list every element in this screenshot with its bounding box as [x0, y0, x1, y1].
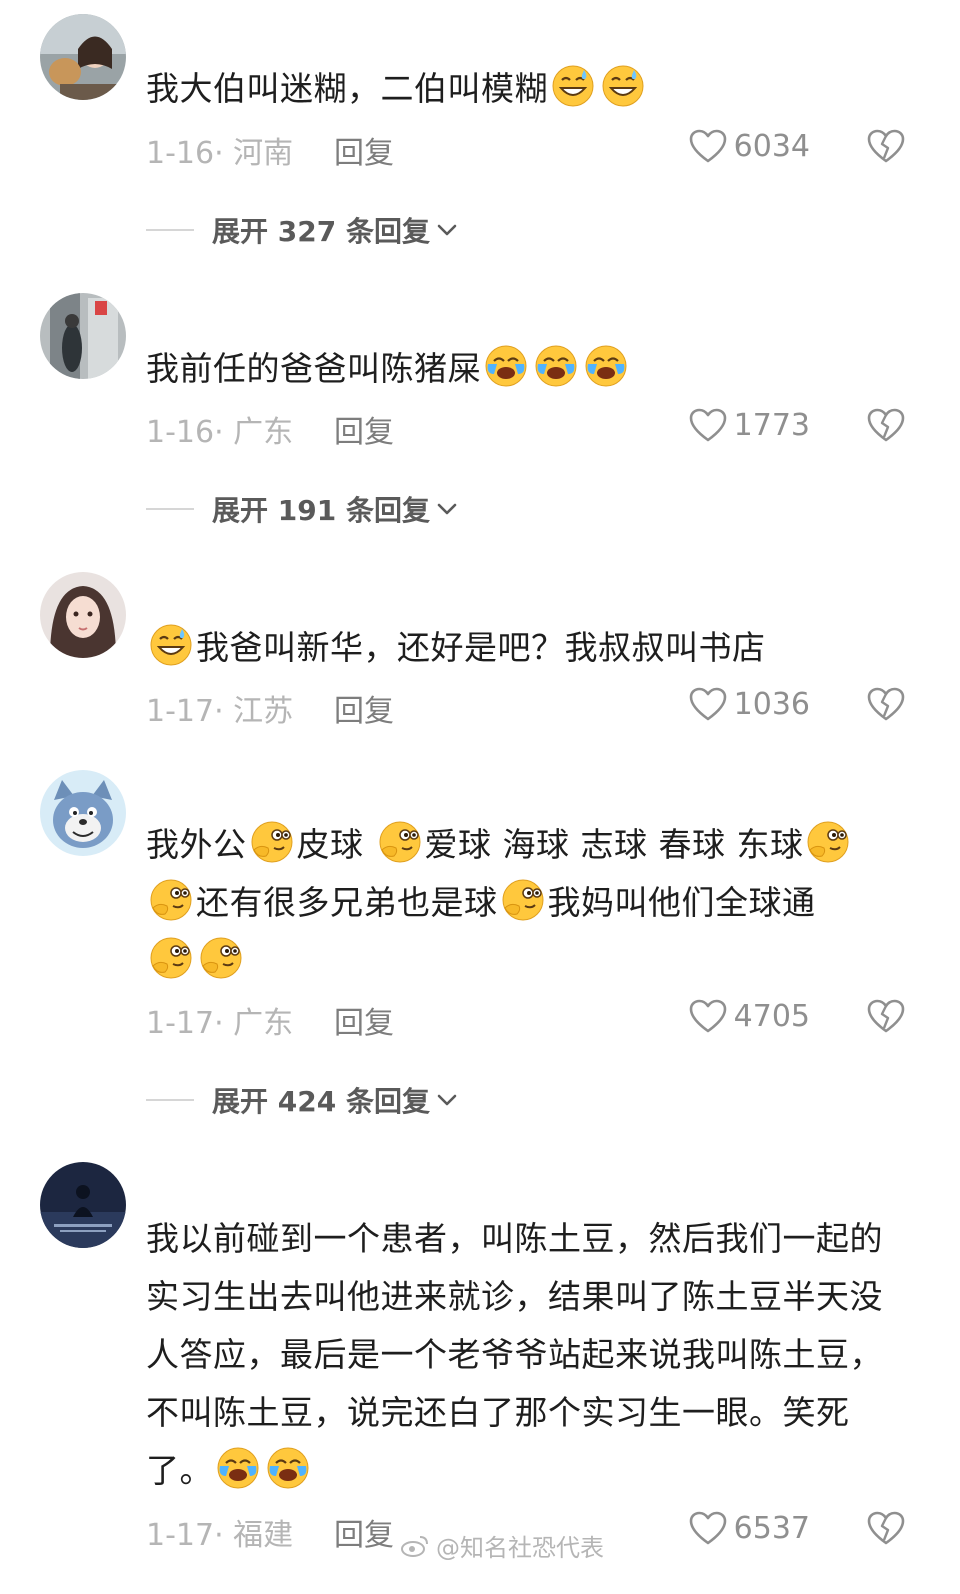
avatar[interactable] [40, 770, 126, 856]
broken-heart-icon [866, 998, 906, 1034]
broken-heart-icon [866, 686, 906, 722]
broken-heart-icon [866, 128, 906, 164]
comment-meta: 1-16· 河南 回复 6034 [146, 128, 916, 171]
avatar[interactable] [40, 293, 126, 379]
comment-text: 我大伯叫迷糊，二伯叫模糊 [146, 60, 890, 118]
heart-outline-icon [688, 998, 728, 1034]
like-count: 6537 [733, 1510, 810, 1546]
thinking-emoji [149, 878, 193, 922]
reply-button[interactable]: 回复 [334, 1510, 394, 1554]
like-count: 6034 [733, 128, 810, 164]
dislike-button[interactable] [866, 407, 906, 451]
thinking-emoji [250, 820, 294, 864]
comment-meta: 1-17· 江苏 回复 1036 [146, 686, 916, 729]
grinning-sweat-emoji [149, 623, 193, 667]
watermark: @知名社恐代表 [400, 1528, 604, 1563]
comment-meta: 1-17· 广东 回复 4705 [146, 998, 916, 1041]
crying-laughing-emoji [584, 344, 628, 388]
comment-text: 我以前碰到一个患者，叫陈土豆，然后我们一起的实习生出去叫他进来就诊，结果叫了陈土… [146, 1210, 890, 1500]
crying-laughing-emoji [266, 1446, 310, 1490]
like-button[interactable]: 1036 [688, 686, 810, 722]
reply-button[interactable]: 回复 [334, 686, 394, 730]
comment-text-part: 我前任的爸爸叫陈猪屎 [146, 349, 481, 388]
comment-text-part: 我妈叫他们全球通 [547, 883, 816, 922]
comment-date: 1-16· 河南 [146, 136, 294, 171]
dislike-button[interactable] [866, 1510, 906, 1554]
comment-text-part: 我爸叫新华，还好是吧？我叔叔叫书店 [196, 628, 766, 667]
broken-heart-icon [866, 407, 906, 443]
expand-label: 展开 327 条回复 [212, 215, 430, 248]
heart-outline-icon [688, 407, 728, 443]
divider [146, 1099, 194, 1101]
grinning-sweat-emoji [601, 64, 645, 108]
comment-meta: 1-16· 广东 回复 1773 [146, 407, 916, 450]
reply-button[interactable]: 回复 [334, 407, 394, 451]
expand-replies-button[interactable]: 展开 191 条回复 [146, 489, 460, 529]
thinking-emoji [806, 820, 850, 864]
crying-laughing-emoji [534, 344, 578, 388]
divider [146, 508, 194, 510]
crying-laughing-emoji [484, 344, 528, 388]
dislike-button[interactable] [866, 998, 906, 1042]
chevron-down-icon [434, 217, 460, 243]
comment-date: 1-17· 广东 [146, 1006, 294, 1041]
chevron-down-icon [434, 496, 460, 522]
reply-button[interactable]: 回复 [334, 128, 394, 172]
comment-text-part: 皮球 [296, 825, 364, 864]
heart-outline-icon [688, 686, 728, 722]
comment-text: 我爸叫新华，还好是吧？我叔叔叫书店 [146, 619, 890, 677]
comment-date: 1-17· 福建 [146, 1518, 294, 1553]
like-button[interactable]: 4705 [688, 998, 810, 1034]
avatar[interactable] [40, 1162, 126, 1248]
comment-date: 1-17· 江苏 [146, 694, 294, 729]
like-count: 1773 [733, 407, 810, 443]
comment-text: 我外公 皮球 爱球 海球 志球 春球 东球 还有很多兄弟也是球 我妈叫他们全球通 [146, 816, 890, 990]
grinning-sweat-emoji [551, 64, 595, 108]
comment-text: 我前任的爸爸叫陈猪屎 [146, 340, 890, 398]
reply-button[interactable]: 回复 [334, 998, 394, 1042]
heart-outline-icon [688, 128, 728, 164]
avatar[interactable] [40, 14, 126, 100]
comment-text-part: 我外公 [146, 825, 247, 864]
thinking-emoji [501, 878, 545, 922]
weibo-icon [401, 1535, 428, 1557]
divider [146, 229, 194, 231]
comment-text-part: 爱球 海球 志球 春球 东球 [424, 825, 804, 864]
thinking-emoji [199, 936, 243, 980]
like-count: 4705 [733, 998, 810, 1034]
like-button[interactable]: 6034 [688, 128, 810, 164]
expand-label: 展开 424 条回复 [212, 1085, 430, 1118]
like-button[interactable]: 6537 [688, 1510, 810, 1546]
comment-text-part: 我大伯叫迷糊，二伯叫模糊 [146, 69, 548, 108]
watermark-text: @知名社恐代表 [436, 1534, 604, 1562]
expand-replies-button[interactable]: 展开 327 条回复 [146, 210, 460, 250]
crying-laughing-emoji [216, 1446, 260, 1490]
avatar[interactable] [40, 572, 126, 658]
dislike-button[interactable] [866, 128, 906, 172]
comment-date: 1-16· 广东 [146, 415, 294, 450]
expand-label: 展开 191 条回复 [212, 494, 430, 527]
dislike-button[interactable] [866, 686, 906, 730]
heart-outline-icon [688, 1510, 728, 1546]
like-button[interactable]: 1773 [688, 407, 810, 443]
like-count: 1036 [733, 686, 810, 722]
expand-replies-button[interactable]: 展开 424 条回复 [146, 1080, 460, 1120]
broken-heart-icon [866, 1510, 906, 1546]
chevron-down-icon [434, 1087, 460, 1113]
comment-text-part: 还有很多兄弟也是球 [196, 883, 498, 922]
thinking-emoji [149, 936, 193, 980]
thinking-emoji [378, 820, 422, 864]
